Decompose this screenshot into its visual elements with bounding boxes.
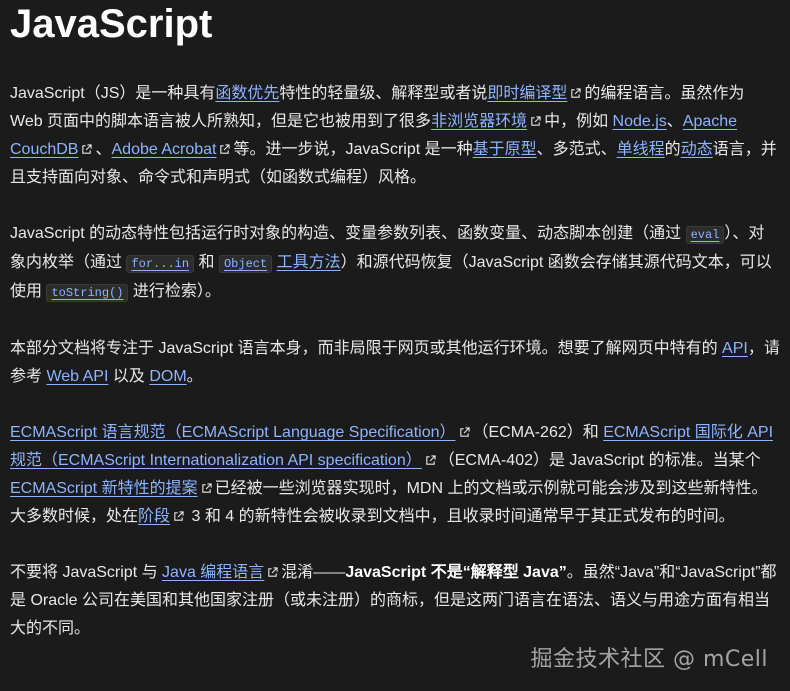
external-link-icon	[219, 144, 231, 155]
java-note-paragraph: 不要将 JavaScript 与 Java 编程语言 混淆——JavaScript…	[10, 559, 780, 643]
external-link-icon	[530, 116, 541, 127]
link-nodejs[interactable]: Node.js	[613, 113, 667, 130]
text: JavaScript 的动态特性包括运行时对象的构造、变量参数列表、函数变量、动…	[10, 225, 686, 242]
external-link-icon	[459, 427, 470, 438]
article: JavaScript JavaScript（JS）是一种具有函数优先特性的轻量级…	[0, 0, 790, 643]
text: 进行检索）。	[128, 283, 221, 300]
standards-paragraph: ECMAScript 语言规范（ECMAScript Language Spec…	[10, 419, 780, 531]
code-for-in[interactable]: for...in	[126, 255, 195, 273]
link-acrobat[interactable]: Adobe Acrobat	[112, 141, 217, 158]
code-object[interactable]: Object	[218, 255, 273, 273]
page-title: JavaScript	[10, 2, 213, 46]
link-jit[interactable]: 即时编译型	[487, 85, 567, 102]
link-single-thread[interactable]: 单线程	[617, 141, 665, 158]
link-utility-methods[interactable]: 工具方法	[277, 254, 341, 271]
external-link-icon	[570, 88, 582, 99]
watermark: 掘金技术社区 @ mCell	[530, 647, 768, 672]
code-eval[interactable]: eval	[685, 226, 725, 244]
link-java[interactable]: Java 编程语言	[162, 564, 264, 581]
text: 中，例如	[544, 113, 613, 130]
link-web-api[interactable]: Web API	[46, 368, 108, 385]
text: JavaScript（JS）是一种具有	[10, 85, 216, 102]
link-stage[interactable]: 阶段	[138, 508, 170, 525]
text: 以及	[108, 368, 150, 385]
link-non-browser[interactable]: 非浏览器环境	[431, 113, 527, 130]
scope-paragraph: 本部分文档将专注于 JavaScript 语言本身，而非局限于网页或其他运行环境…	[10, 335, 780, 391]
link-api[interactable]: API	[722, 340, 748, 357]
link-first-class-function[interactable]: 函数优先	[215, 85, 279, 102]
text: 和	[194, 254, 219, 271]
link-prototype[interactable]: 基于原型	[473, 141, 537, 158]
external-link-icon	[425, 455, 436, 466]
text: 、	[666, 113, 683, 130]
bold-note: JavaScript 不是“解释型 Java”	[345, 564, 567, 581]
external-link-icon	[81, 144, 93, 155]
dynamic-features-paragraph: JavaScript 的动态特性包括运行时对象的构造、变量参数列表、函数变量、动…	[10, 220, 780, 307]
external-link-icon	[201, 483, 212, 494]
text: 、	[95, 141, 112, 158]
text: 不要将 JavaScript 与	[10, 564, 163, 581]
text: 等。进一步说，JavaScript 是一种	[233, 141, 473, 158]
link-dom[interactable]: DOM	[149, 368, 186, 385]
text: 混淆——	[281, 564, 346, 581]
intro-paragraph: JavaScript（JS）是一种具有函数优先特性的轻量级、解释型或者说即时编译…	[10, 80, 780, 192]
text: （ECMA-402）是 JavaScript 的标准。当某个	[438, 452, 761, 469]
text: 3 和 4 的新特性会被收录到文档中，且收录时间通常早于其正式发布的时间。	[187, 508, 735, 525]
text: 。	[186, 368, 203, 385]
external-link-icon	[267, 567, 278, 578]
text: 本部分文档将专注于 JavaScript 语言本身，而非局限于网页或其他运行环境…	[10, 340, 723, 357]
link-dynamic[interactable]: 动态	[681, 141, 713, 158]
external-link-icon	[173, 511, 184, 522]
text: （ECMA-262）和	[472, 424, 604, 441]
text: 的	[664, 141, 681, 158]
text: 、多范式、	[536, 141, 617, 158]
code-tostring[interactable]: toString()	[46, 284, 129, 302]
link-proposals[interactable]: ECMAScript 新特性的提案	[10, 480, 198, 497]
text: 特性的轻量级、解释型或者说	[279, 85, 488, 102]
link-ecma-262[interactable]: ECMAScript 语言规范（ECMAScript Language Spec…	[10, 424, 456, 441]
